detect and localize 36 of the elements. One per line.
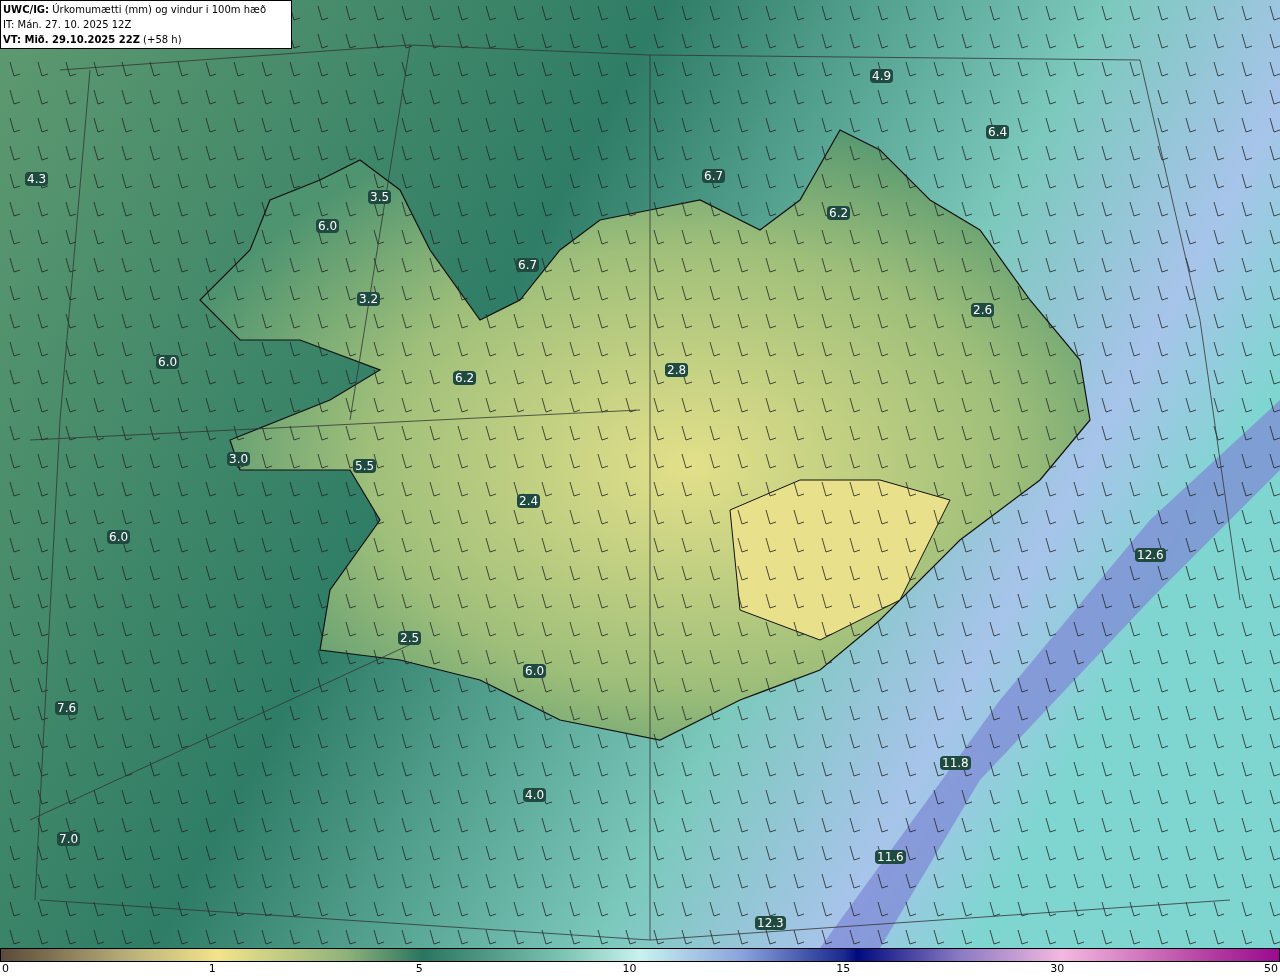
initial-time: IT: Mán. 27. 10. 2025 12Z — [3, 18, 133, 32]
scale-tick-label: 30 — [1050, 962, 1065, 976]
precipitation-value-label: 2.8 — [665, 363, 689, 377]
precipitation-value-label: 3.2 — [357, 292, 381, 306]
scale-tick-label: 10 — [622, 962, 637, 976]
precipitation-value-label: 7.6 — [55, 701, 79, 715]
scale-tick-label: 5 — [415, 962, 423, 976]
precipitation-value-label: 4.3 — [25, 172, 49, 186]
precipitation-value-label: 4.0 — [523, 788, 547, 802]
precipitation-value-label: 2.5 — [398, 631, 422, 645]
precipitation-value-label: 6.0 — [523, 664, 547, 678]
precipitation-value-label: 2.4 — [517, 494, 541, 508]
scale-tick-label: 15 — [836, 962, 851, 976]
precipitation-value-label: 5.5 — [353, 459, 377, 473]
precipitation-value-label: 7.0 — [57, 832, 81, 846]
scale-tick-label: 50 — [1263, 962, 1278, 976]
precipitation-value-label: 6.0 — [107, 530, 131, 544]
precipitation-value-label: 6.7 — [516, 258, 540, 272]
scale-tick-label: 1 — [208, 962, 216, 976]
scale-tick-label: 0 — [2, 962, 9, 976]
precipitation-value-label: 6.2 — [453, 371, 477, 385]
precipitation-value-label: 2.6 — [971, 303, 995, 317]
precipitation-value-label: 3.5 — [368, 190, 392, 204]
precipitation-value-label: 12.3 — [755, 916, 786, 930]
precipitation-value-label: 6.0 — [156, 355, 180, 369]
precipitation-value-label: 6.2 — [827, 206, 851, 220]
precipitation-value-label: 6.0 — [316, 219, 340, 233]
precipitation-value-label: 11.6 — [875, 850, 906, 864]
valid-time: VT: Mið. 29.10.2025 22Z (+58 h) — [3, 33, 183, 47]
map-title: UWC/IG: Úrkomumætti (mm) og vindur i 100m hæð — [3, 2, 268, 17]
precipitation-value-label: 4.9 — [870, 69, 894, 83]
precipitation-value-label: 11.8 — [940, 756, 971, 770]
precipitation-value-label: 12.6 — [1135, 548, 1166, 562]
precipitation-value-label: 3.0 — [227, 452, 251, 466]
precipitation-value-label: 6.7 — [702, 169, 726, 183]
precipitation-value-label: 6.4 — [986, 125, 1010, 139]
